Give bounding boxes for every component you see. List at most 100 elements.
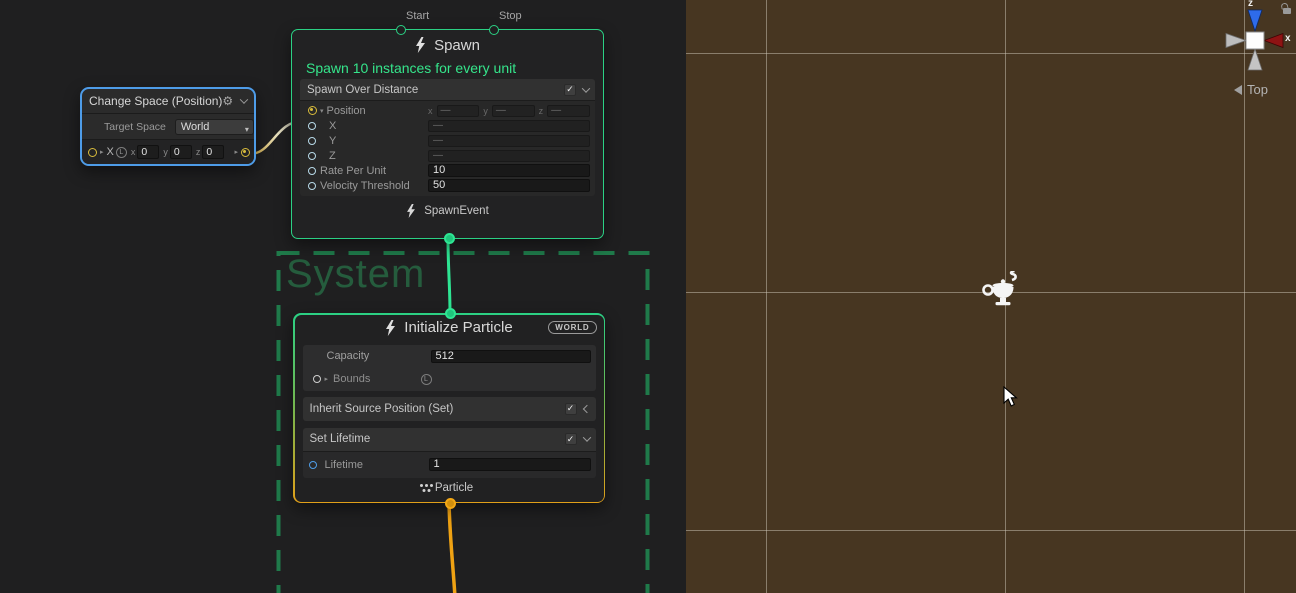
rate-per-unit-port[interactable] [308, 167, 316, 175]
set-lifetime-block[interactable]: Set Lifetime ✓ Lifetime 1 [303, 428, 596, 478]
spawn-node[interactable]: Spawn Spawn 10 instances for every unit … [291, 29, 604, 239]
block-enabled-checkbox[interactable]: ✓ [565, 433, 577, 445]
row-label: Velocity Threshold [320, 180, 410, 192]
particle-icon [425, 484, 428, 487]
inherit-source-position-block[interactable]: Inherit Source Position (Set) ✓ [303, 397, 596, 421]
edge-particle-out [449, 503, 455, 593]
world-space-badge[interactable]: WORLD [548, 321, 596, 334]
start-port-label: Start [406, 10, 429, 22]
vfx-graph-panel[interactable]: System Start Stop Change Space (Position… [0, 0, 686, 593]
position-output-port[interactable] [241, 148, 250, 157]
view-arrow-icon [1234, 85, 1242, 95]
gizmo-z-axis [1248, 10, 1262, 31]
capacity-field[interactable]: 512 [431, 350, 591, 363]
view-mode-label[interactable]: Top [1234, 82, 1268, 97]
velocity-threshold-port[interactable] [308, 182, 316, 190]
y-value-field[interactable]: 0 [170, 145, 192, 159]
expander-icon[interactable]: ▸ [325, 375, 329, 383]
gizmo-x-axis [1264, 34, 1283, 48]
edge-spawnevent-to-initialize [448, 239, 450, 313]
y-port[interactable] [308, 137, 316, 145]
lifetime-port[interactable] [309, 461, 317, 469]
change-space-node[interactable]: Change Space (Position) ⚙ Target Space W… [80, 87, 256, 166]
dropdown-arrow-icon: ▾ [245, 123, 249, 137]
x-port[interactable] [308, 122, 316, 130]
initialize-particle-node[interactable]: Initialize Particle WORLD Capacity 512 ▸… [293, 313, 605, 503]
target-space-label: Target Space [104, 121, 166, 133]
lightning-icon [385, 320, 396, 336]
view-mode-text: Top [1247, 82, 1268, 97]
local-space-icon[interactable]: L [421, 374, 432, 385]
lifetime-label: Lifetime [325, 459, 364, 471]
expander-icon[interactable]: ▸ [100, 148, 104, 156]
stop-flow-port[interactable] [489, 25, 499, 35]
gizmo-z-label[interactable]: z [1248, 0, 1253, 9]
x-axis-label: x [428, 106, 433, 116]
block-title: Inherit Source Position (Set) [310, 403, 565, 415]
start-flow-port[interactable] [396, 25, 406, 35]
z-value-field[interactable]: — [547, 105, 590, 117]
spawnevent-output-label: SpawnEvent [424, 205, 489, 217]
gizmo-center-cube [1246, 32, 1264, 49]
block-enabled-checkbox[interactable]: ✓ [565, 403, 577, 415]
x-axis-label: x [131, 147, 136, 157]
value-field[interactable]: — [428, 150, 590, 162]
z-axis-label: z [196, 147, 201, 157]
value-field[interactable]: — [428, 120, 590, 132]
local-space-icon[interactable]: L [116, 147, 127, 158]
y-axis-label: y [163, 147, 168, 157]
y-axis-label: y [483, 106, 488, 116]
row-label: X [320, 120, 336, 132]
chevron-down-icon[interactable] [582, 84, 590, 92]
chevron-down-icon[interactable] [240, 95, 248, 103]
bounds-label: Bounds [333, 373, 370, 385]
stop-port-label: Stop [499, 10, 522, 22]
spawnevent-output-port[interactable] [444, 233, 455, 244]
value-field[interactable]: — [428, 135, 590, 147]
x-value-field[interactable]: — [437, 105, 480, 117]
lightning-icon [415, 37, 426, 53]
bounds-row: ▸ Bounds L [303, 368, 596, 391]
target-space-dropdown[interactable]: World ▾ [175, 119, 254, 135]
spawn-titlebar[interactable]: Spawn [292, 30, 603, 60]
scene-orientation-gizmo[interactable] [1221, 8, 1291, 74]
block-enabled-checkbox[interactable]: ✓ [564, 84, 576, 96]
velocity-threshold-field[interactable]: 50 [428, 179, 590, 192]
lock-icon[interactable] [1281, 3, 1292, 15]
chevron-down-icon[interactable] [582, 433, 590, 441]
position-input-port[interactable] [88, 148, 97, 157]
expander-icon: ▸ [234, 148, 238, 156]
block-title: Set Lifetime [310, 433, 565, 445]
block-title: Spawn Over Distance [307, 84, 564, 96]
gizmo-x-label[interactable]: x [1285, 33, 1291, 44]
capacity-row: Capacity 512 [303, 345, 596, 368]
rate-per-unit-field[interactable]: 10 [428, 164, 590, 177]
y-row: Y — [300, 133, 595, 148]
gear-icon[interactable]: ⚙ [222, 94, 233, 108]
vfx-graph-window: System Start Stop Change Space (Position… [0, 0, 1296, 593]
row-label: Z [320, 150, 336, 162]
spawn-over-distance-block[interactable]: Spawn Over Distance ✓ ▾ Position x — y — [300, 79, 595, 196]
z-value-field[interactable]: 0 [202, 145, 224, 159]
row-label: Y [320, 135, 336, 147]
expander-icon[interactable]: ▾ [320, 107, 324, 115]
change-space-header[interactable]: Change Space (Position) ⚙ [82, 89, 254, 114]
system-group-title: System [286, 252, 425, 297]
z-port[interactable] [308, 152, 316, 160]
x-value-field[interactable]: 0 [137, 145, 159, 159]
y-value-field[interactable]: — [492, 105, 535, 117]
lightning-icon [406, 204, 416, 218]
change-space-title: Change Space (Position) [89, 94, 222, 108]
lifetime-field[interactable]: 1 [429, 458, 591, 471]
particle-output-port[interactable] [445, 498, 456, 509]
gizmo-axis-down [1248, 49, 1262, 70]
scene-view[interactable]: z x Top [686, 0, 1296, 593]
grid-line [686, 53, 1296, 54]
lifetime-row: Lifetime 1 [303, 452, 596, 478]
chevron-left-icon[interactable] [582, 404, 590, 412]
spawn-subtitle: Spawn 10 instances for every unit [306, 60, 603, 79]
bounds-port[interactable] [313, 375, 321, 383]
position-port[interactable] [308, 106, 317, 115]
mouse-cursor [1003, 386, 1018, 407]
vfx-lamp-gizmo-icon [981, 271, 1023, 309]
